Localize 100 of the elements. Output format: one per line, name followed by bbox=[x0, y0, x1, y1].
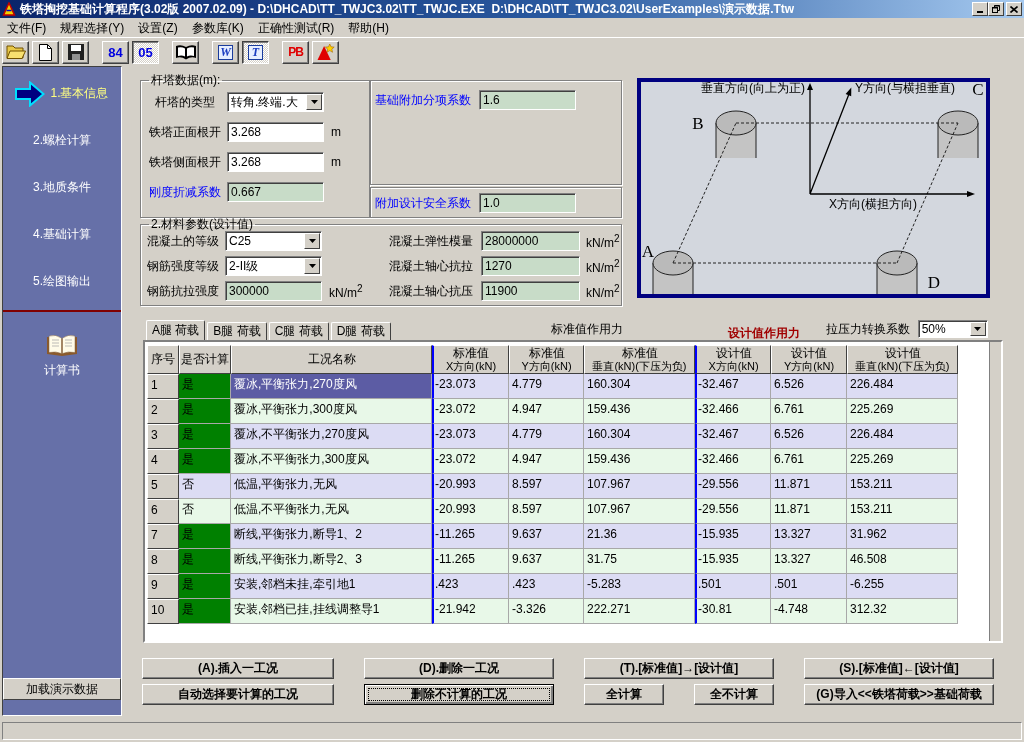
tab[interactable]: C腿 荷载 bbox=[268, 322, 329, 340]
toggle-button[interactable]: 05 bbox=[132, 40, 159, 64]
table-cell: 107.967 bbox=[584, 474, 695, 499]
load-demo-button[interactable]: 加载演示数据 bbox=[3, 678, 121, 700]
table-cell: 107.967 bbox=[584, 499, 695, 524]
table-cell: -23.072 bbox=[432, 449, 509, 474]
table-cell: 是 bbox=[179, 449, 231, 474]
unit-label: kN/m$^{2}$ bbox=[586, 257, 620, 275]
tool-button[interactable] bbox=[312, 40, 339, 64]
dropdown[interactable]: 50% bbox=[917, 320, 988, 338]
unit-label: kN/m$^{2}$ bbox=[329, 282, 363, 300]
menu-item[interactable]: 帮助(H) bbox=[341, 19, 396, 36]
table-cell: 226.484 bbox=[847, 374, 958, 399]
field-label: 基础附加分项系数 bbox=[375, 92, 471, 109]
save-button[interactable] bbox=[62, 40, 89, 64]
table-cell: 31.75 bbox=[584, 549, 695, 574]
tab[interactable]: D腿 荷载 bbox=[330, 322, 391, 340]
table-cell: -32.467 bbox=[695, 374, 771, 399]
toggle-button[interactable]: 84 bbox=[102, 40, 129, 64]
menu-item[interactable]: 正确性测试(R) bbox=[250, 19, 342, 36]
table-cell: 8.597 bbox=[509, 474, 584, 499]
open-button[interactable] bbox=[2, 40, 29, 64]
minimize-icon bbox=[977, 11, 983, 13]
sidebar-item[interactable]: 1.基本信息 bbox=[3, 70, 121, 117]
table-cell: 8.597 bbox=[509, 499, 584, 524]
table-cell: -29.556 bbox=[695, 499, 771, 524]
sidebar-item[interactable]: 4.基础计算 bbox=[3, 211, 121, 258]
report-item[interactable]: 计算书 bbox=[44, 334, 80, 379]
field-label: 混凝土轴心抗压 bbox=[389, 282, 473, 300]
table-cell: -21.942 bbox=[432, 599, 509, 624]
action-button[interactable]: 自动选择要计算的工况 bbox=[142, 684, 334, 705]
table-cell: 覆冰,不平衡张力,300度风 bbox=[231, 449, 432, 474]
table-cell: -15.935 bbox=[695, 549, 771, 574]
table-cell: .423 bbox=[509, 574, 584, 599]
sidebar-item[interactable]: 5.绘图输出 bbox=[3, 258, 121, 305]
sidebar-item[interactable]: 3.地质条件 bbox=[3, 164, 121, 211]
window-title: 铁塔掏挖基础计算程序(3.02版 2007.02.09) - D:\DHCAD\TT_TWJC3.02\TT_TWJC.EXE D:\DHCAD\TT_TWJC3.02\UserExamples\演示数据.Ttw bbox=[20, 2, 796, 16]
table-cell: 9.637 bbox=[509, 549, 584, 574]
column-header: 是否计算 bbox=[179, 345, 231, 374]
toggle-button[interactable]: T bbox=[242, 40, 269, 64]
column-header: 工况名称 bbox=[231, 345, 432, 374]
table-cell: 是 bbox=[179, 424, 231, 449]
action-button[interactable]: (A).插入一工况 bbox=[142, 658, 334, 679]
table-cell: 低温,平衡张力,无风 bbox=[231, 474, 432, 499]
leg-label: D bbox=[927, 273, 941, 292]
toggle-button[interactable]: W bbox=[212, 40, 239, 64]
action-button[interactable]: (S).[标准值]←[设计值] bbox=[804, 658, 994, 679]
table-cell: 是 bbox=[179, 374, 231, 399]
readonly-field: 300000 bbox=[225, 281, 322, 301]
axis-label: X方向(横担方向) bbox=[829, 197, 917, 211]
field-label: 钢筋抗拉强度 bbox=[147, 282, 220, 300]
table-cell: -11.265 bbox=[432, 524, 509, 549]
action-button[interactable]: (T).[标准值]→[设计值] bbox=[584, 658, 774, 679]
table-cell: .501 bbox=[695, 574, 771, 599]
dropdown[interactable]: C25 bbox=[225, 231, 322, 251]
column-header: 设计值 Y方向(kN) bbox=[771, 345, 847, 374]
tab[interactable]: B腿 荷载 bbox=[207, 322, 267, 340]
menu-item[interactable]: 参数库(K) bbox=[184, 19, 251, 36]
input-field[interactable]: 3.268 bbox=[227, 122, 324, 142]
close-button[interactable] bbox=[1006, 2, 1022, 16]
tab[interactable]: A腿 荷载 bbox=[146, 320, 206, 340]
row-number-cell: 7 bbox=[147, 524, 179, 549]
menu-item[interactable]: 设置(Z) bbox=[131, 19, 185, 36]
table-cell: 153.211 bbox=[847, 499, 958, 524]
column-header: 设计值 X方向(kN) bbox=[695, 345, 771, 374]
table-cell: -32.466 bbox=[695, 399, 771, 424]
row-number-cell: 3 bbox=[147, 424, 179, 449]
table-cell: 31.962 bbox=[847, 524, 958, 549]
row-number-cell: 6 bbox=[147, 499, 179, 524]
action-button[interactable]: (D).删除一工况 bbox=[364, 658, 554, 679]
table-cell: 断线,平衡张力,断导2、3 bbox=[231, 549, 432, 574]
restore-button[interactable] bbox=[988, 2, 1004, 16]
sidebar-item[interactable]: 2.螺栓计算 bbox=[3, 117, 121, 164]
dropdown[interactable]: 转角.终端.大 bbox=[227, 92, 324, 112]
menu-item[interactable]: 规程选择(Y) bbox=[53, 19, 132, 36]
table-cell: 6.526 bbox=[771, 424, 847, 449]
table-cell: 4.947 bbox=[509, 399, 584, 424]
column-header: 序号 bbox=[147, 345, 179, 374]
dropdown[interactable]: 2-II级 bbox=[225, 256, 322, 276]
book-button[interactable] bbox=[172, 40, 199, 64]
readonly-field: 1270 bbox=[481, 256, 580, 276]
action-button[interactable]: 全不计算 bbox=[694, 684, 774, 705]
unit-label: kN/m$^{2}$ bbox=[586, 282, 620, 300]
table-cell: 否 bbox=[179, 499, 231, 524]
menu-item[interactable]: 文件(F) bbox=[0, 19, 54, 36]
column-header: 标准值 垂直(kN)(下压为负) bbox=[584, 345, 695, 374]
close-icon bbox=[1010, 5, 1018, 13]
action-button[interactable]: (G)导入<<铁塔荷载>>基础荷载 bbox=[804, 684, 994, 705]
table-cell: 是 bbox=[179, 399, 231, 424]
axis-label: Y方向(与横担垂直) bbox=[855, 82, 955, 95]
new-button[interactable] bbox=[32, 40, 59, 64]
folder-icon bbox=[5, 44, 26, 60]
input-field[interactable]: 3.268 bbox=[227, 152, 324, 172]
readonly-field: 0.667 bbox=[227, 182, 324, 202]
action-button[interactable]: 删除不计算的工况 bbox=[364, 684, 554, 705]
minimize-button[interactable] bbox=[972, 2, 988, 16]
table-cell: 覆冰,不平衡张力,270度风 bbox=[231, 424, 432, 449]
action-button[interactable]: 全计算 bbox=[584, 684, 664, 705]
table-cell: 11.871 bbox=[771, 499, 847, 524]
row-number-cell: 4 bbox=[147, 449, 179, 474]
